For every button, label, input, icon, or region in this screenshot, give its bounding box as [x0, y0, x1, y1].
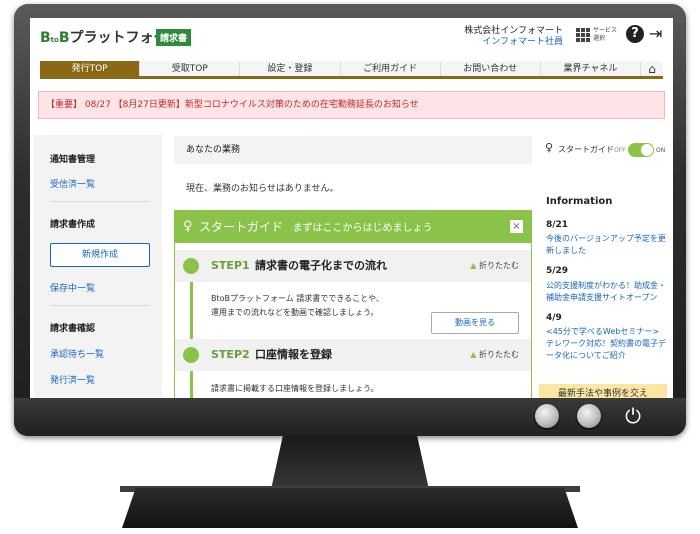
step-timeline — [190, 275, 193, 339]
sidebar-item-received[interactable]: 受信済一覧 — [50, 177, 95, 190]
step1-text-line1: BtoBプラットフォーム 請求書でできることや、 — [211, 294, 384, 303]
start-guide-title: スタートガイド — [199, 220, 284, 234]
step2-number: STEP2 — [211, 348, 250, 361]
news-date: 4/9 — [546, 313, 562, 323]
tab-receive-top[interactable]: 受取TOP — [140, 61, 241, 76]
tab-issue-top[interactable]: 発行TOP — [40, 61, 141, 76]
monitor-stand-base — [122, 488, 578, 528]
start-guide-toggle[interactable] — [628, 143, 654, 157]
step1-collapse[interactable]: ▲ 折りたたむ — [470, 250, 519, 282]
service-grid-icon[interactable] — [576, 28, 590, 42]
information-heading: Information — [546, 196, 613, 207]
company-name: 株式会社インフォマート — [464, 26, 563, 36]
step1-title: 請求書の電子化までの流れ — [255, 259, 387, 272]
news-link[interactable]: <45分で学べるWebセミナー>テレワーク対応！契約書の電子データ化についてご紹… — [546, 326, 666, 362]
step2-text: 請求書に掲載する口座情報を登録しましょう。 — [211, 384, 379, 393]
step1-dot — [183, 258, 199, 274]
watch-video-button[interactable]: 動画を見る — [431, 312, 519, 334]
tab-contact[interactable]: お問い合わせ — [440, 61, 541, 76]
important-notice[interactable]: 【重要】 08/27 【8月27日更新】新型コロナウイルス対策のための在宅勤務延… — [38, 91, 665, 119]
app-header: BtoBプラットフォーム 請求書 株式会社インフォマート インフォマート社員 サ… — [30, 18, 673, 56]
triangle-up-icon: ▲ — [470, 350, 477, 359]
tab-industry-channel[interactable]: 業界チャネル — [540, 61, 642, 76]
sidebar-item-issued[interactable]: 発行済一覧 — [50, 373, 95, 386]
divider — [50, 201, 150, 202]
step2-dot — [183, 347, 199, 363]
sidebar-item-saved[interactable]: 保存中一覧 — [50, 281, 95, 294]
sidebar: 通知書管理 受信済一覧 請求書作成 新規作成 保存中一覧 請求書確認 承認待ち一… — [34, 135, 162, 398]
fold-label: 折りたたむ — [479, 261, 519, 270]
account-info: 株式会社インフォマート インフォマート社員 — [464, 26, 563, 48]
start-guide-panel: ♀ スタートガイド まずはここからはじめましょう × STEP1 請求書の電子化… — [174, 210, 532, 398]
monitor-button-left — [535, 404, 559, 428]
news-date: 5/29 — [546, 266, 569, 276]
step1-text-line2: 運用までの流れなどを動画で確認しましょう。 — [211, 308, 379, 317]
sidebar-item-awaiting-approval[interactable]: 承認待ち一覧 — [50, 347, 104, 360]
divider — [50, 305, 150, 306]
logo-b2: B — [58, 30, 70, 46]
product-badge: 請求書 — [156, 29, 192, 46]
close-icon[interactable]: × — [510, 220, 523, 233]
logout-icon[interactable]: ⇥ — [649, 25, 662, 43]
news-date: 8/21 — [546, 220, 569, 230]
lightbulb-icon: ♀ — [545, 141, 554, 154]
service-select-label[interactable]: サービス 選択 — [593, 27, 617, 43]
start-guide-subtitle: まずはここからはじめましょう — [292, 223, 433, 234]
news-link[interactable]: 今後のバージョンアップ予定を更新しました — [546, 233, 666, 257]
service-label-line2: 選択 — [593, 35, 606, 42]
tasks-message: 現在、業務のお知らせはありません。 — [186, 184, 339, 194]
logo-to: to — [50, 36, 59, 44]
monitor-button-middle — [577, 404, 601, 428]
lightbulb-icon: ♀ — [183, 219, 193, 234]
tasks-title: あなたの業務 — [174, 136, 532, 164]
sidebar-heading-notices: 通知書管理 — [50, 155, 96, 165]
home-icon[interactable]: ⌂ — [641, 61, 664, 76]
toggle-off-label: OFF — [614, 147, 626, 154]
promo-banner[interactable]: 最新手法や事例を交え — [539, 384, 667, 398]
step1-header[interactable]: STEP1 請求書の電子化までの流れ ▲ 折りたたむ — [175, 250, 531, 282]
fold-label: 折りたたむ — [479, 350, 519, 359]
new-invoice-button[interactable]: 新規作成 — [50, 243, 150, 267]
toggle-on-label: ON — [656, 147, 666, 154]
screen: BtoBプラットフォーム 請求書 株式会社インフォマート インフォマート社員 サ… — [30, 18, 673, 398]
step1-number: STEP1 — [211, 259, 250, 272]
start-guide-toggle-label: スタートガイド — [558, 145, 614, 154]
triangle-up-icon: ▲ — [470, 261, 477, 270]
step2-title: 口座情報を登録 — [255, 348, 332, 361]
power-icon: ⏻ — [625, 404, 641, 428]
help-icon[interactable]: ? — [626, 25, 644, 43]
user-name[interactable]: インフォマート社員 — [464, 37, 563, 48]
step-timeline — [190, 371, 193, 398]
sidebar-heading-confirm: 請求書確認 — [50, 324, 96, 334]
tab-settings[interactable]: 設定・登録 — [240, 61, 341, 76]
tab-guide[interactable]: ご利用ガイド — [340, 61, 441, 76]
sidebar-heading-create: 請求書作成 — [50, 220, 96, 230]
service-label-line1: サービス — [593, 27, 618, 34]
logo-b1: B — [40, 30, 51, 46]
main-nav: 発行TOP 受取TOP 設定・登録 ご利用ガイド お問い合わせ 業界チャネル ⌂ — [40, 61, 664, 79]
step2-collapse[interactable]: ▲ 折りたたむ — [470, 339, 519, 371]
step2-header[interactable]: STEP2 口座情報を登録 ▲ 折りたたむ — [175, 339, 531, 371]
start-guide-header: ♀ スタートガイド まずはここからはじめましょう — [175, 211, 531, 243]
news-link[interactable]: 公的支援制度がわかる！助成金・補助金申請支援サイトオープン — [546, 280, 666, 304]
